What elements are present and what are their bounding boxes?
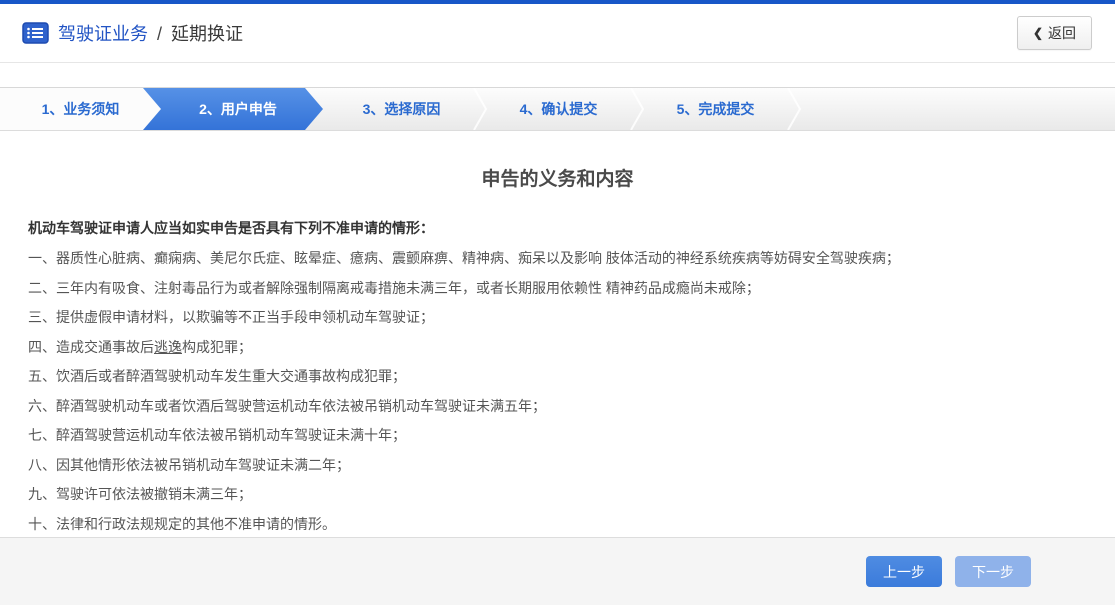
declaration-list-item: 四、造成交通事故后逃逸构成犯罪； xyxy=(28,338,252,355)
step-label: 3、选择原因 xyxy=(362,101,441,117)
previous-step-button[interactable]: 上一步 xyxy=(866,556,942,587)
declaration-list-item: 一、器质性心脏病、癫痫病、美尼尔氏症、眩晕症、癔病、震颤麻痹、精神病、痴呆以及影… xyxy=(28,250,900,266)
step-label: 1、业务须知 xyxy=(41,101,120,117)
breadcrumb-separator: / xyxy=(157,24,163,44)
breadcrumb: 驾驶证业务 / 延期换证 xyxy=(58,20,243,46)
declaration-list-item: 七、醉酒驾驶营运机动车依法被吊销机动车驾驶证未满十年； xyxy=(28,427,406,443)
step-wizard: 1、业务须知 2、用户申告 3、选择原因 4、确认提交 5、完成提交 xyxy=(0,87,1115,131)
declaration-list-item: 三、提供虚假申请材料，以欺骗等不正当手段申领机动车驾驶证； xyxy=(28,309,434,325)
header: 驾驶证业务 / 延期换证 ❮ 返回 xyxy=(0,4,1115,63)
back-button[interactable]: ❮ 返回 xyxy=(1016,16,1092,50)
page-title: 申告的义务和内容 xyxy=(481,169,634,190)
step-tab-5-complete[interactable]: 5、完成提交 xyxy=(637,88,802,130)
list-icon xyxy=(22,22,49,44)
main-content: 申告的义务和内容 机动车驾驶证申请人应当如实申告是否具有下列不准申请的情形： 一… xyxy=(0,164,1115,574)
declaration-list-item: 二、三年内有吸食、注射毒品行为或者解除强制隔离戒毒措施未满三年，或者长期服用依赖… xyxy=(28,279,760,296)
step-tab-2-declaration[interactable]: 2、用户申告 xyxy=(143,88,323,130)
declaration-list-item: 六、醉酒驾驶机动车或者饮酒后驾驶营运机动车依法被吊销机动车驾驶证未满五年； xyxy=(28,397,546,414)
step-label: 4、确认提交 xyxy=(519,101,598,117)
step-separator-icon xyxy=(787,88,802,130)
chevron-left-icon: ❮ xyxy=(1032,26,1043,40)
footer-actions: 上一步 下一步 xyxy=(0,537,1115,605)
breadcrumb-page: 延期换证 xyxy=(171,24,244,44)
step-tab-3-reason[interactable]: 3、选择原因 xyxy=(323,88,488,130)
step-tab-4-confirm[interactable]: 4、确认提交 xyxy=(480,88,645,130)
step-tab-1-notice[interactable]: 1、业务须知 xyxy=(0,88,161,130)
declaration-list: 一、器质性心脏病、癫痫病、美尼尔氏症、眩晕症、癔病、震颤麻痹、精神病、痴呆以及影… xyxy=(28,244,1087,539)
declaration-intro: 机动车驾驶证申请人应当如实申告是否具有下列不准申请的情形： xyxy=(28,220,434,236)
breadcrumb-business: 驾驶证业务 xyxy=(58,24,148,44)
next-step-button[interactable]: 下一步 xyxy=(955,556,1031,587)
step-label: 2、用户申告 xyxy=(199,101,277,117)
declaration-list-item: 五、饮酒后或者醉酒驾驶机动车发生重大交通事故构成犯罪； xyxy=(28,368,406,384)
declaration-list-item: 九、驾驶许可依法被撤销未满三年； xyxy=(28,486,252,502)
declaration-list-item: 十、法律和行政法规规定的其他不准申请的情形。 xyxy=(28,515,336,532)
declaration-list-item: 八、因其他情形依法被吊销机动车驾驶证未满二年； xyxy=(28,456,350,473)
back-button-label: 返回 xyxy=(1048,25,1076,41)
step-label: 5、完成提交 xyxy=(676,101,755,117)
